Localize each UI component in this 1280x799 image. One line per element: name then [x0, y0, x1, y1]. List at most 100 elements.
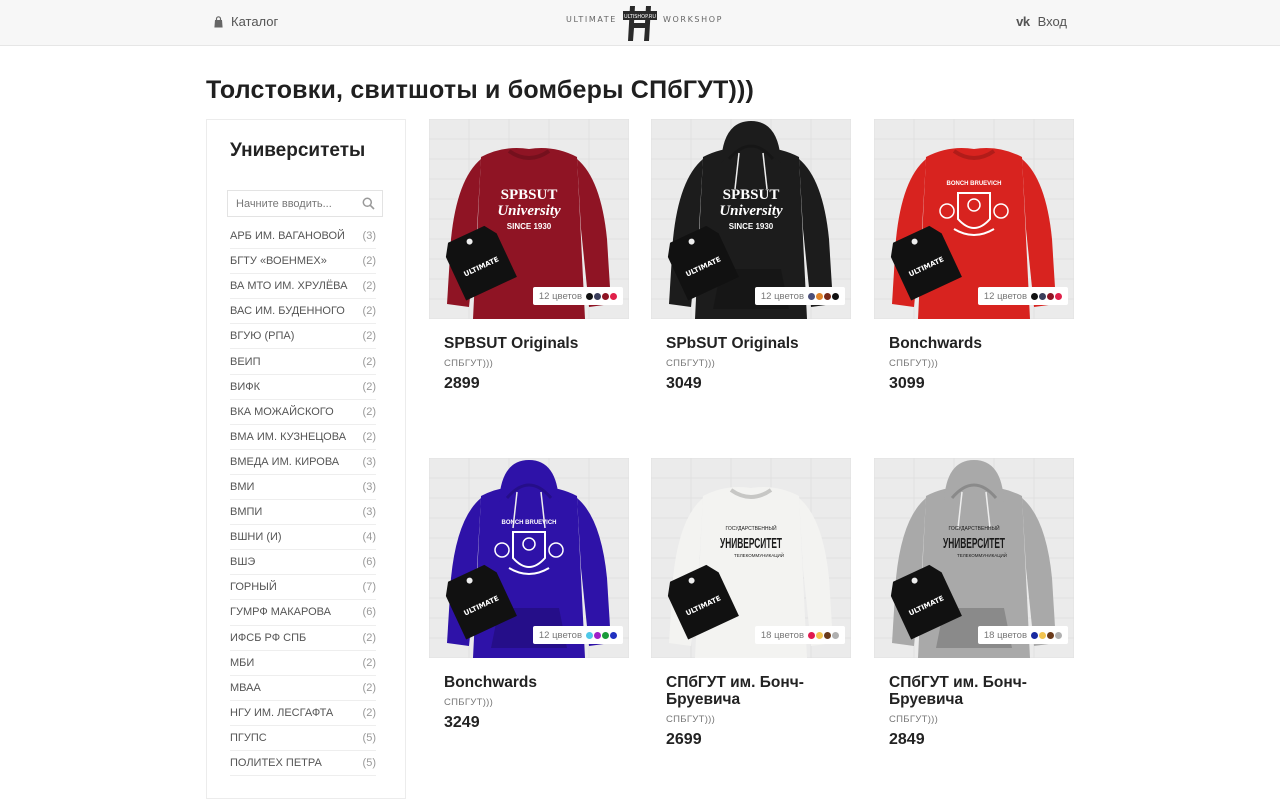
university-count: (5) [362, 757, 376, 770]
product-card[interactable]: BONCH BRUEVICH ULTIMATE 12 цветов Bonchwa… [874, 119, 1074, 419]
product-price: 3099 [889, 375, 925, 392]
sidebar-item-university[interactable]: БГТУ «Военмех» (2) [230, 249, 376, 275]
colors-badge: 12 цветов [977, 287, 1068, 305]
product-name[interactable]: СПбГУТ им. Бонч-Бруевича [889, 674, 1069, 708]
sidebar-item-university[interactable]: ВГУЮ (РПА) (2) [230, 324, 376, 350]
sidebar-item-university[interactable]: ВМедА им. Кирова (3) [230, 450, 376, 475]
print-text: SINCE 1930 [507, 222, 552, 231]
print-text: University [719, 203, 783, 219]
university-label: МБИ [230, 656, 255, 669]
sidebar-title: Университеты [230, 140, 366, 161]
print-text: SPBSUT [501, 187, 558, 203]
catalog-link[interactable]: Каталог [213, 14, 278, 29]
university-label: ВМИ [230, 480, 255, 493]
product-image-link[interactable]: ГОСУДАРСТВЕННЫЙ УНИВЕРСИТЕТ ТЕЛЕКОММУНИКАЦ… [874, 458, 1074, 658]
university-count: (2) [362, 430, 376, 443]
catalog-label: Каталог [231, 14, 279, 29]
product-name[interactable]: СПбГУТ им. Бонч-Бруевича [666, 674, 846, 708]
sidebar-item-university[interactable]: Горный (7) [230, 575, 376, 601]
product-image-link[interactable]: BONCH BRUEVICH ULTIMATE 12 цветов [874, 119, 1074, 319]
university-label: ВМедА им. Кирова [230, 455, 340, 468]
logo-text-right: WORKSHOP [663, 15, 724, 24]
university-count: (3) [362, 230, 376, 243]
university-count: (2) [362, 405, 376, 418]
login-link[interactable]: vk Вход [1016, 14, 1067, 29]
product-price: 3049 [666, 375, 702, 392]
product-price: 2849 [889, 731, 925, 748]
colors-count-label: 12 цветов [538, 290, 582, 302]
product-card[interactable]: SPBSUT University SINCE 1930 ULTIMATE 12 ц… [651, 119, 851, 419]
product-image-link[interactable]: ГОСУДАРСТВЕННЫЙ УНИВЕРСИТЕТ ТЕЛЕКОММУНИКАЦ… [651, 458, 851, 658]
university-search-input[interactable] [236, 197, 356, 210]
top-header: Каталог ULTIMATE ULTISHOP.RU WORKSHOP vk… [0, 0, 1280, 46]
university-count: (3) [362, 480, 376, 493]
university-label: ГУМРФ Макарова [230, 606, 331, 619]
sidebar-item-university[interactable]: ВМПИ (3) [230, 500, 376, 526]
product-card[interactable]: ГОСУДАРСТВЕННЫЙ УНИВЕРСИТЕТ ТЕЛЕКОММУНИКАЦ… [874, 458, 1074, 758]
universities-sidebar: Университеты АРБ им. Вагановой (3) БГТУ «В… [206, 119, 406, 799]
product-price: 3249 [444, 714, 480, 731]
university-count: (2) [362, 681, 376, 694]
university-count: (2) [362, 280, 376, 293]
university-count: (6) [362, 556, 376, 569]
colors-count-label: 12 цветов [983, 290, 1027, 302]
print-text: УНИВЕРСИТЕТ [943, 535, 1005, 552]
product-image-link[interactable]: SPBSUT University SINCE 1930 ULTIMATE 12 ц… [651, 119, 851, 319]
site-logo[interactable]: ULTIMATE ULTISHOP.RU WORKSHOP [566, 3, 721, 43]
sidebar-item-university[interactable]: ПГУПС (5) [230, 726, 376, 751]
product-name[interactable]: Bonchwards [444, 674, 624, 691]
university-count: (7) [362, 581, 376, 594]
product-name[interactable]: SPbSUT Originals [666, 335, 846, 352]
sidebar-item-university[interactable]: НГУ им. Лесгафта (2) [230, 701, 376, 726]
sidebar-item-university[interactable]: ВМА им. Кузнецова (2) [230, 425, 376, 450]
sidebar-item-university[interactable]: Политех Петра (5) [230, 751, 376, 777]
search-icon[interactable] [362, 197, 375, 210]
sidebar-item-university[interactable]: МВАА (2) [230, 676, 376, 701]
product-price: 2699 [666, 731, 702, 748]
sidebar-item-university[interactable]: МБИ (2) [230, 651, 376, 676]
print-text: ГОСУДАРСТВЕННЫЙ [948, 524, 1000, 532]
print-text: ГОСУДАРСТВЕННЫЙ [725, 524, 777, 532]
university-label: ВАС им. Буденного [230, 305, 345, 318]
sidebar-item-university[interactable]: ВА МТО им. Хрулёва (2) [230, 274, 376, 300]
university-label: ВИФК [230, 380, 261, 393]
university-count: (5) [362, 731, 376, 744]
university-list: АРБ им. Вагановой (3) БГТУ «Военмех» (2) ВА … [230, 224, 376, 777]
color-swatch [1054, 630, 1063, 640]
product-university: СПБГУТ))) [666, 714, 716, 725]
product-name[interactable]: Bonchwards [889, 335, 1069, 352]
university-label: ВМА им. Кузнецова [230, 430, 347, 443]
sidebar-item-university[interactable]: ВАС им. Буденного (2) [230, 299, 376, 325]
product-university: СПБГУТ))) [889, 714, 939, 725]
sidebar-item-university[interactable]: ВКА Можайского (2) [230, 400, 376, 425]
color-swatch [1054, 291, 1063, 301]
sidebar-item-university[interactable]: ИФСБ РФ СПБ (2) [230, 626, 376, 651]
print-text: ТЕЛЕКОММУНИКАЦИЙ [957, 551, 1007, 558]
sidebar-item-university[interactable]: АРБ им. Вагановой (3) [230, 224, 376, 250]
color-swatch [609, 630, 618, 640]
university-label: ВШЭ [230, 556, 256, 569]
product-image-link[interactable]: BONCH BRUEVICH ULTIMATE 12 цветов [429, 458, 629, 658]
product-card[interactable]: ГОСУДАРСТВЕННЫЙ УНИВЕРСИТЕТ ТЕЛЕКОММУНИКАЦ… [651, 458, 851, 758]
sidebar-item-university[interactable]: ГУМРФ Макарова (6) [230, 600, 376, 626]
university-label: ВШНИ (И) [230, 531, 282, 544]
sidebar-item-university[interactable]: ВИФК (2) [230, 375, 376, 400]
product-card[interactable]: BONCH BRUEVICH ULTIMATE 12 цветов Bonchwa… [429, 458, 629, 758]
product-image-link[interactable]: SPBSUT University SINCE 1930 ULTIMATE 12 ц… [429, 119, 629, 319]
product-card[interactable]: SPBSUT University SINCE 1930 ULTIMATE 12 ц… [429, 119, 629, 419]
login-label: Вход [1037, 14, 1067, 29]
shopping-bag-icon [214, 15, 223, 27]
print-text: SINCE 1930 [729, 222, 774, 231]
sidebar-item-university[interactable]: ВШЭ (6) [230, 550, 376, 576]
sidebar-item-university[interactable]: ВМИ (3) [230, 475, 376, 501]
university-count: (3) [362, 455, 376, 468]
university-count: (2) [362, 330, 376, 343]
university-label: ВМПИ [230, 506, 263, 519]
colors-count-label: 18 цветов [760, 629, 804, 641]
sidebar-item-university[interactable]: ВЕИП (2) [230, 349, 376, 375]
page-title: Толстовки, свитшоты и бомберы СПбГУТ))) [206, 76, 755, 104]
university-label: ВКА Можайского [230, 405, 334, 418]
university-label: ВА МТО им. Хрулёва [230, 280, 348, 293]
sidebar-item-university[interactable]: ВШНИ (И) (4) [230, 525, 376, 551]
product-name[interactable]: SPBSUT Originals [444, 335, 624, 352]
